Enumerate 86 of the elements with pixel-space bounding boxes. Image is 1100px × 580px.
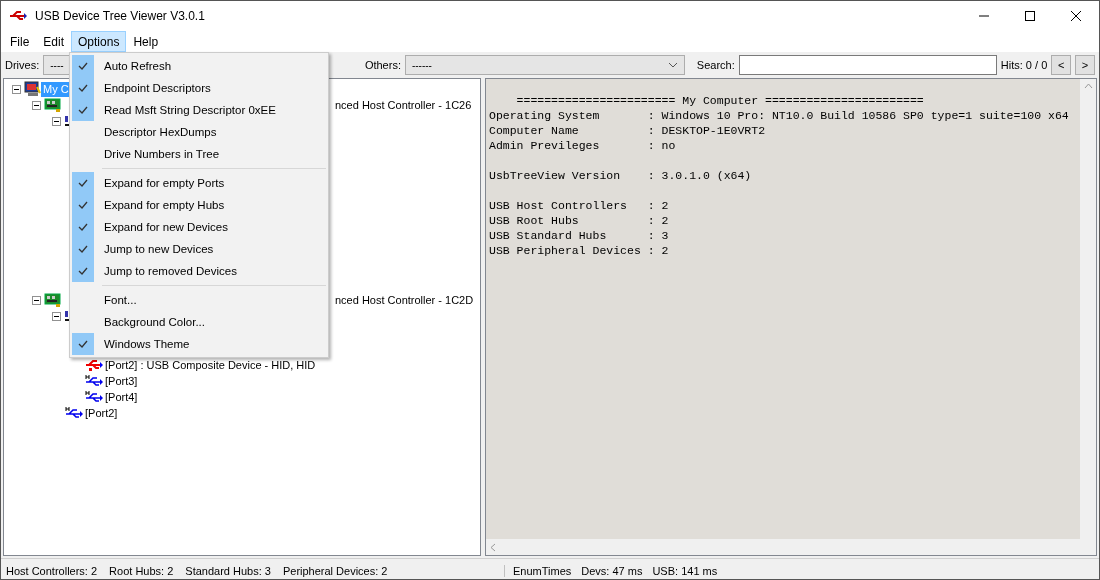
usb-plug-icon xyxy=(85,358,103,372)
menu-item[interactable]: Edit xyxy=(36,31,72,52)
menu-option-label: Background Color... xyxy=(104,316,205,328)
menu-option-label: Font... xyxy=(104,294,137,306)
menu-option[interactable]: Font... xyxy=(70,289,328,311)
next-button[interactable]: > xyxy=(1075,55,1095,75)
close-icon xyxy=(1071,11,1081,21)
menu-option-label: Windows Theme xyxy=(104,338,190,350)
info-line: Operating System : Windows 10 Pro: NT10.0 Build 10586 SP0 type=1 suite=100 x64 xyxy=(489,108,1070,123)
menu-option[interactable]: Auto Refresh xyxy=(70,55,328,77)
status-text: EnumTimes xyxy=(513,564,572,577)
menu-item[interactable]: File xyxy=(3,31,37,52)
menu-option[interactable]: Descriptor HexDumps xyxy=(70,121,328,143)
previous-button[interactable]: < xyxy=(1051,55,1072,75)
info-line: USB Standard Hubs : 3 xyxy=(489,228,670,243)
check-icon xyxy=(78,106,88,114)
info-line: Admin Previleges : no xyxy=(489,138,677,153)
menu-option-label: Auto Refresh xyxy=(104,60,172,72)
check-icon xyxy=(78,340,88,348)
collapse-icon[interactable] xyxy=(12,84,21,94)
usb-port-icon xyxy=(85,374,103,388)
check-icon xyxy=(78,201,88,209)
tree-item[interactable]: [Port2] xyxy=(83,405,120,421)
chevron-down-icon xyxy=(667,62,678,68)
status-text: Standard Hubs: 3 xyxy=(185,564,271,577)
check-icon xyxy=(78,245,88,253)
menu-option[interactable]: Expand for empty Ports xyxy=(70,172,328,194)
status-text: Devs: 47 ms xyxy=(581,564,643,577)
menu-option[interactable]: Read Msft String Descriptor 0xEE xyxy=(70,99,328,121)
window-title: USB Device Tree Viewer V3.0.1 xyxy=(35,9,205,23)
status-text: USB: 141 ms xyxy=(652,564,718,577)
usb-port-icon xyxy=(65,406,83,420)
menu-option-label: Expand for empty Ports xyxy=(104,177,225,189)
search-field[interactable] xyxy=(738,55,997,75)
usb-app-icon xyxy=(9,9,27,23)
menu-option[interactable]: Expand for empty Hubs xyxy=(70,194,328,216)
info-line: USB Host Controllers : 2 xyxy=(489,198,670,213)
info-line: USB Peripheral Devices : 2 xyxy=(489,243,670,258)
menu-option[interactable]: Jump to removed Devices xyxy=(70,260,328,282)
check-icon xyxy=(78,179,88,187)
check-icon xyxy=(78,223,88,231)
computer-icon xyxy=(24,81,41,97)
menu-option[interactable]: Background Color... xyxy=(70,311,328,333)
collapse-icon[interactable] xyxy=(32,100,41,110)
collapse-icon[interactable] xyxy=(32,295,41,305)
tree-item[interactable]: nced Host Controller - 1C2D xyxy=(333,292,476,308)
check-icon xyxy=(78,267,88,275)
menu-option[interactable]: Drive Numbers in Tree xyxy=(70,143,328,165)
tree-item[interactable]: nced Host Controller - 1C26 xyxy=(333,97,474,113)
menu-option-label: Expand for empty Hubs xyxy=(104,199,225,211)
others-label: Others: xyxy=(364,59,401,71)
menu-option[interactable]: Endpoint Descriptors xyxy=(70,77,328,99)
info-line: USB Root Hubs : 2 xyxy=(489,213,670,228)
tree-item[interactable]: [Port2] : USB Composite Device - HID, HID xyxy=(103,357,318,373)
menu-option-label: Jump to new Devices xyxy=(104,243,214,255)
check-icon xyxy=(78,62,88,70)
menu-option-label: Endpoint Descriptors xyxy=(104,82,211,94)
menu-item[interactable]: Options xyxy=(71,31,127,52)
maximize-icon xyxy=(1025,11,1035,21)
collapse-icon[interactable] xyxy=(52,116,61,126)
status-text: Peripheral Devices: 2 xyxy=(282,564,388,577)
menu-option-label: Descriptor HexDumps xyxy=(104,126,217,138)
menu-option-label: Read Msft String Descriptor 0xEE xyxy=(104,104,276,116)
menu-option-label: Expand for new Devices xyxy=(104,221,228,233)
drives-label: Drives: xyxy=(5,59,40,71)
others-dropdown[interactable]: ------ xyxy=(404,55,685,75)
menu-item[interactable]: Help xyxy=(126,31,166,52)
menu-option[interactable]: Expand for new Devices xyxy=(70,216,328,238)
hits-count: Hits: 0 / 0 xyxy=(1000,59,1048,71)
tree-item[interactable]: [Port4] xyxy=(103,389,140,405)
status-text: Root Hubs: 2 xyxy=(109,564,174,577)
info-line: UsbTreeView Version : 3.0.1.0 (x64) xyxy=(489,168,753,183)
check-icon xyxy=(78,84,88,92)
circuit-board-icon xyxy=(44,98,61,112)
menu-option[interactable]: Jump to new Devices xyxy=(70,238,328,260)
menu-option[interactable]: Windows Theme xyxy=(70,333,328,355)
search-label: Search: xyxy=(696,59,735,71)
collapse-icon[interactable] xyxy=(52,311,61,321)
status-text: Host Controllers: 2 xyxy=(6,564,98,577)
info-line: ======================= My Computer ======================= xyxy=(515,93,925,108)
circuit-board-icon xyxy=(44,293,61,307)
info-line: Computer Name : DESKTOP-1E0VRT2 xyxy=(489,123,767,138)
tree-item[interactable]: [Port3] xyxy=(103,373,140,389)
menu-option-label: Jump to removed Devices xyxy=(104,265,237,277)
menu-option-label: Drive Numbers in Tree xyxy=(104,148,220,160)
usb-port-icon xyxy=(85,390,103,404)
